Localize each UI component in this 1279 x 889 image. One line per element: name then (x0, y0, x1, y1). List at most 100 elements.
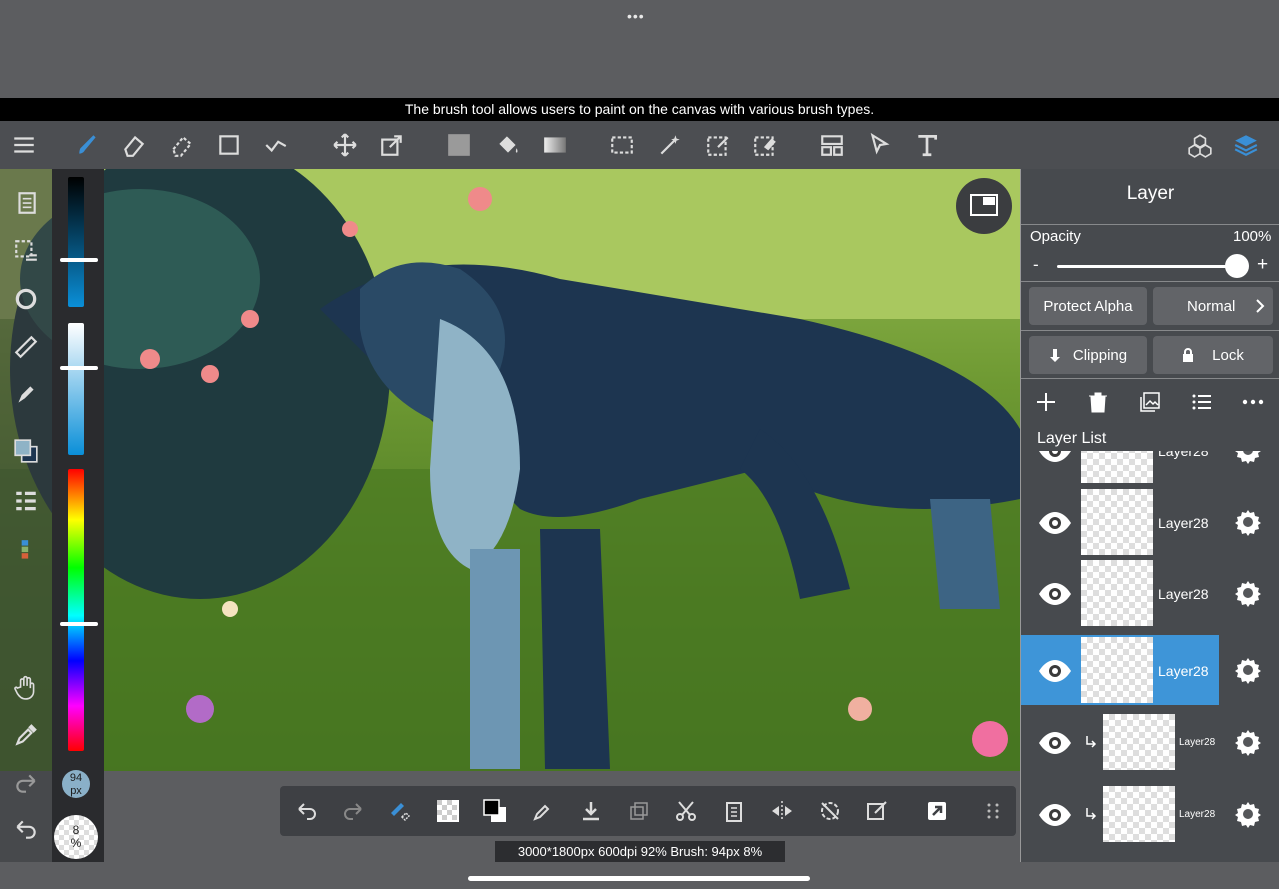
undo-icon[interactable] (292, 796, 322, 826)
blend-mode-select[interactable]: Normal (1153, 287, 1273, 325)
clip-arrow-icon (1086, 808, 1097, 820)
add-layer-icon[interactable] (1035, 391, 1057, 413)
layer-row[interactable]: Layer28 (1021, 558, 1279, 628)
copy-icon[interactable] (624, 796, 654, 826)
fill-color-icon[interactable] (443, 129, 475, 161)
hue-slider-thumb[interactable] (60, 622, 98, 626)
materials-icon[interactable] (1184, 129, 1216, 161)
top-toolbar (0, 121, 1279, 169)
rotate-icon[interactable] (10, 283, 42, 315)
trash-icon[interactable] (1087, 391, 1109, 413)
brush-opacity-badge[interactable]: 8 % (54, 815, 98, 859)
transform-tool-icon[interactable] (376, 129, 408, 161)
multitask-dots[interactable]: ••• (627, 8, 645, 24)
clipping-button[interactable]: Clipping (1029, 336, 1147, 374)
gear-icon[interactable] (1233, 578, 1263, 608)
blur-eraser-icon[interactable] (166, 129, 198, 161)
ruler-icon[interactable] (10, 331, 42, 363)
select-pen-icon[interactable] (702, 129, 734, 161)
select-eraser-icon[interactable] (749, 129, 781, 161)
gear-icon[interactable] (1233, 727, 1263, 757)
more-icon[interactable] (1241, 391, 1265, 413)
eye-icon[interactable] (1037, 576, 1073, 612)
eye-icon[interactable] (1037, 797, 1073, 833)
eyedropper-icon[interactable] (10, 719, 42, 751)
opacity-increase-button[interactable]: + (1257, 254, 1268, 276)
flip-horizontal-icon[interactable] (767, 796, 797, 826)
gradient-tool-icon[interactable] (539, 129, 571, 161)
color-palette-icon[interactable] (10, 535, 42, 567)
undo-icon[interactable] (10, 813, 42, 845)
layer-row[interactable]: Layer28 (1021, 451, 1279, 485)
menu-icon[interactable] (8, 129, 40, 161)
opacity-decrease-button[interactable]: - (1033, 255, 1039, 275)
brush-size-badge[interactable]: 94 px (62, 770, 90, 798)
bucket-tool-icon[interactable] (492, 129, 524, 161)
chevron-right-icon (1256, 299, 1265, 313)
text-tool-icon[interactable] (911, 129, 943, 161)
gear-icon[interactable] (1233, 655, 1263, 685)
layer-thumbnail (1081, 489, 1153, 555)
brush-opacity-value: 8 (72, 823, 80, 837)
layer-list: Layer28 Layer28 Layer28 Layer28 Layer28 (1021, 451, 1279, 862)
operation-tool-icon[interactable] (864, 129, 896, 161)
redo-icon[interactable] (338, 796, 368, 826)
home-indicator[interactable] (468, 876, 810, 881)
layer-name: Layer28 (1158, 663, 1209, 679)
window-toggle-button[interactable] (956, 178, 1012, 234)
gear-icon[interactable] (1233, 507, 1263, 537)
eye-icon[interactable] (1037, 451, 1073, 469)
brush-tool-icon[interactable] (72, 129, 104, 161)
opacity-slider-knob[interactable] (1225, 254, 1249, 278)
snap-pen-icon[interactable] (10, 379, 42, 411)
fg-bg-color-icon[interactable] (480, 796, 510, 826)
cut-icon[interactable] (671, 796, 701, 826)
brush-eraser-toggle-icon[interactable] (385, 796, 415, 826)
eye-icon[interactable] (1037, 725, 1073, 761)
blend-mode-value: Normal (1187, 297, 1236, 315)
top-area: ••• (0, 0, 1279, 98)
saturation-slider-thumb[interactable] (60, 366, 98, 370)
gear-icon[interactable] (1233, 799, 1263, 829)
gear-icon[interactable] (1233, 451, 1263, 465)
paste-icon[interactable] (719, 796, 749, 826)
layer-row[interactable]: Layer28 (1021, 707, 1279, 777)
selection-list-icon[interactable] (10, 235, 42, 267)
opacity-slider[interactable] (1057, 265, 1237, 268)
save-download-icon[interactable] (576, 796, 606, 826)
value-slider-thumb[interactable] (60, 258, 98, 262)
eye-icon[interactable] (1037, 653, 1073, 689)
list-icon[interactable] (1191, 391, 1213, 413)
layers-icon[interactable] (1230, 129, 1262, 161)
layer-row[interactable]: Layer28 (1021, 487, 1279, 557)
clipping-label: Clipping (1072, 346, 1128, 364)
grip-icon[interactable] (978, 796, 1008, 826)
eyedropper-icon[interactable] (528, 796, 558, 826)
edit-selection-icon[interactable] (862, 796, 892, 826)
magic-wand-icon[interactable] (654, 129, 686, 161)
rotate-reset-icon[interactable] (815, 796, 845, 826)
drawing-canvas[interactable] (0, 169, 1020, 771)
layer-row-selected[interactable]: Layer28 (1021, 635, 1219, 705)
value-slider[interactable] (68, 177, 84, 307)
saturation-slider[interactable] (68, 323, 84, 455)
hue-slider[interactable] (68, 469, 84, 751)
shape-tool-icon[interactable] (213, 129, 245, 161)
brush-list-icon[interactable] (10, 485, 42, 517)
hand-tool-icon[interactable] (10, 671, 42, 703)
lock-button[interactable]: Lock (1153, 336, 1273, 374)
protect-alpha-button[interactable]: Protect Alpha (1029, 287, 1147, 325)
redo-icon[interactable] (10, 767, 42, 799)
eraser-tool-icon[interactable] (118, 129, 150, 161)
select-tool-icon[interactable] (606, 129, 638, 161)
pages-icon[interactable] (10, 187, 42, 219)
transparent-color-icon[interactable] (433, 796, 463, 826)
move-tool-icon[interactable] (329, 129, 361, 161)
color-swatch-icon[interactable] (10, 435, 42, 467)
eye-icon[interactable] (1037, 505, 1073, 541)
line-tool-icon[interactable] (260, 129, 292, 161)
layer-image-icon[interactable] (1139, 391, 1161, 413)
layer-row[interactable]: Layer28 (1021, 779, 1279, 849)
frame-divider-icon[interactable] (816, 129, 848, 161)
share-icon[interactable] (922, 796, 952, 826)
